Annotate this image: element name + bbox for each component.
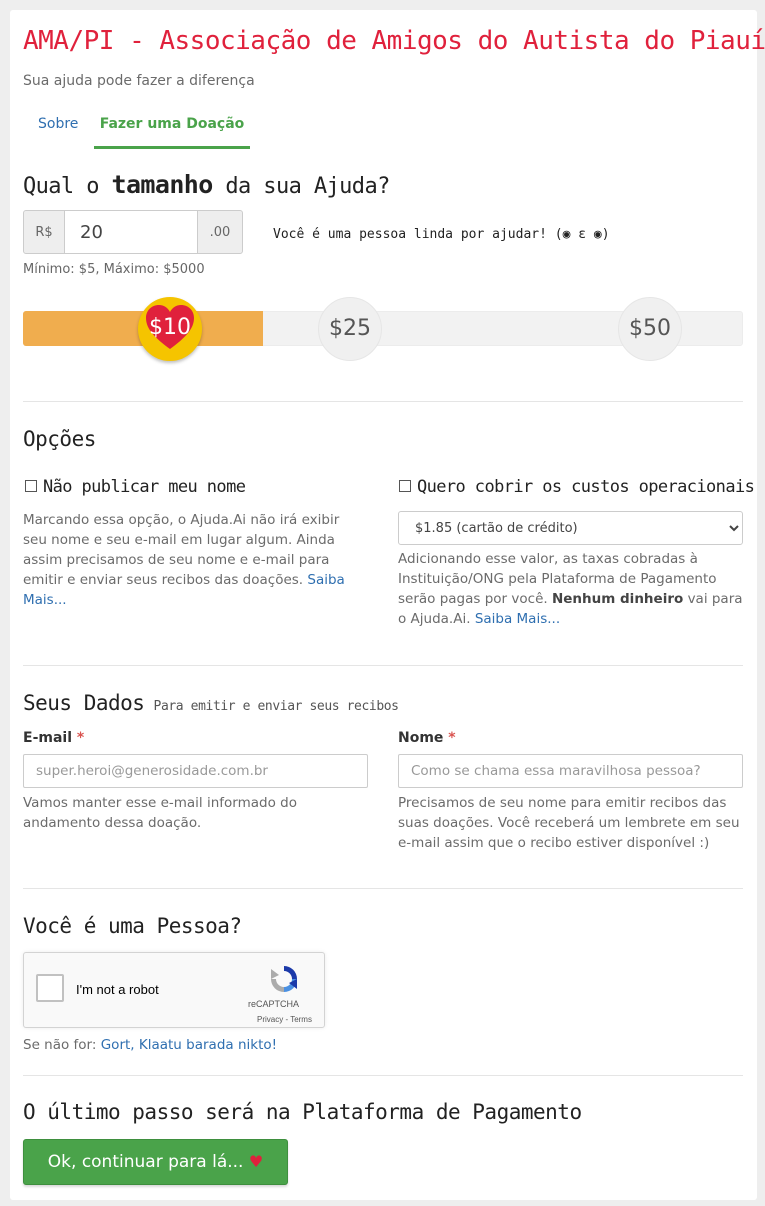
personal-heading-title: Seus Dados bbox=[23, 691, 145, 715]
amount-heading-post: da sua Ajuda? bbox=[225, 174, 390, 199]
divider bbox=[23, 401, 743, 402]
slider-tick-50[interactable]: $50 bbox=[618, 297, 682, 361]
divider bbox=[23, 1075, 743, 1076]
slider-tick-25[interactable]: $25 bbox=[318, 297, 382, 361]
recaptcha-logo-icon bbox=[271, 966, 297, 992]
tab-fazer-doacao[interactable]: Fazer uma Doação bbox=[94, 116, 250, 149]
captcha-heading: Você é uma Pessoa? bbox=[23, 914, 242, 938]
captcha-footer-text: Se não for: bbox=[23, 1037, 97, 1053]
personal-heading-note: Para emitir e enviar seus recibos bbox=[153, 699, 399, 714]
thanks-message: Você é uma pessoa linda por ajudar! (◉ ε… bbox=[273, 227, 610, 242]
captcha-footer: Se não for: Gort, Klaatu barada nikto! bbox=[23, 1035, 277, 1055]
final-heading: O último passo será na Plataforma de Pag… bbox=[23, 1100, 582, 1124]
cover-costs-learn-more-link[interactable]: Saiba Mais... bbox=[475, 611, 560, 627]
divider bbox=[23, 888, 743, 889]
personal-heading: Seus Dados Para emitir e enviar seus rec… bbox=[23, 691, 399, 715]
klaatu-link[interactable]: Gort, Klaatu barada nikto! bbox=[101, 1037, 277, 1053]
cover-costs-label[interactable]: Quero cobrir os custos operacionais bbox=[417, 477, 755, 497]
recaptcha-widget: I'm not a robot reCAPTCHA Privacy - Term… bbox=[23, 952, 325, 1028]
email-label: E-mail * bbox=[23, 730, 84, 746]
email-field[interactable] bbox=[23, 754, 368, 788]
continue-button-label: Ok, continuar para lá... bbox=[47, 1152, 244, 1172]
cover-costs-checkbox[interactable] bbox=[399, 480, 411, 492]
slider-selected-value: $10 bbox=[149, 315, 191, 340]
divider bbox=[23, 665, 743, 666]
name-label-text: Nome bbox=[398, 730, 444, 746]
amount-slider-handle[interactable]: $10 bbox=[138, 297, 202, 361]
tab-sobre[interactable]: Sobre bbox=[38, 116, 78, 146]
amount-input[interactable] bbox=[65, 210, 198, 254]
amount-heading-pre: Qual o bbox=[23, 174, 99, 199]
recaptcha-checkbox[interactable] bbox=[36, 974, 64, 1002]
page-subtitle: Sua ajuda pode fazer a diferença bbox=[23, 73, 255, 89]
hide-name-description: Marcando essa opção, o Ajuda.Ai não irá … bbox=[23, 510, 363, 610]
cost-select[interactable]: $1.85 (cartão de crédito) bbox=[398, 511, 743, 545]
recaptcha-privacy-terms[interactable]: Privacy - Terms bbox=[257, 1015, 312, 1024]
required-marker: * bbox=[76, 730, 85, 746]
donation-card: AMA/PI - Associação de Amigos do Autista… bbox=[10, 10, 765, 1200]
amount-limits: Mínimo: $5, Máximo: $5000 bbox=[23, 262, 205, 277]
recaptcha-label: I'm not a robot bbox=[76, 982, 159, 997]
name-label: Nome * bbox=[398, 730, 456, 746]
email-help: Vamos manter esse e-mail informado do an… bbox=[23, 795, 297, 831]
amount-heading-bold: tamanho bbox=[111, 170, 214, 199]
heart-icon: ♥ bbox=[248, 1152, 264, 1171]
options-heading: Opções bbox=[23, 427, 96, 451]
cents-suffix: .00 bbox=[197, 210, 243, 254]
currency-prefix: R$ bbox=[23, 210, 65, 254]
continue-button[interactable]: Ok, continuar para lá... ♥ bbox=[23, 1139, 288, 1185]
cover-costs-description: Adicionando esse valor, as taxas cobrada… bbox=[398, 549, 743, 629]
hide-name-label[interactable]: Não publicar meu nome bbox=[43, 477, 246, 497]
page-title: AMA/PI - Associação de Amigos do Autista… bbox=[23, 26, 765, 56]
amount-heading: Qual o tamanho da sua Ajuda? bbox=[23, 170, 390, 199]
name-help: Precisamos de seu nome para emitir recib… bbox=[398, 795, 740, 851]
hide-name-desc-text: Marcando essa opção, o Ajuda.Ai não irá … bbox=[23, 512, 340, 588]
recaptcha-brand: reCAPTCHA bbox=[248, 999, 300, 1009]
name-field[interactable] bbox=[398, 754, 743, 788]
required-marker: * bbox=[448, 730, 456, 746]
email-label-text: E-mail bbox=[23, 730, 73, 746]
cover-costs-desc-bold: Nenhum dinheiro bbox=[551, 591, 684, 607]
hide-name-checkbox[interactable] bbox=[25, 480, 37, 492]
